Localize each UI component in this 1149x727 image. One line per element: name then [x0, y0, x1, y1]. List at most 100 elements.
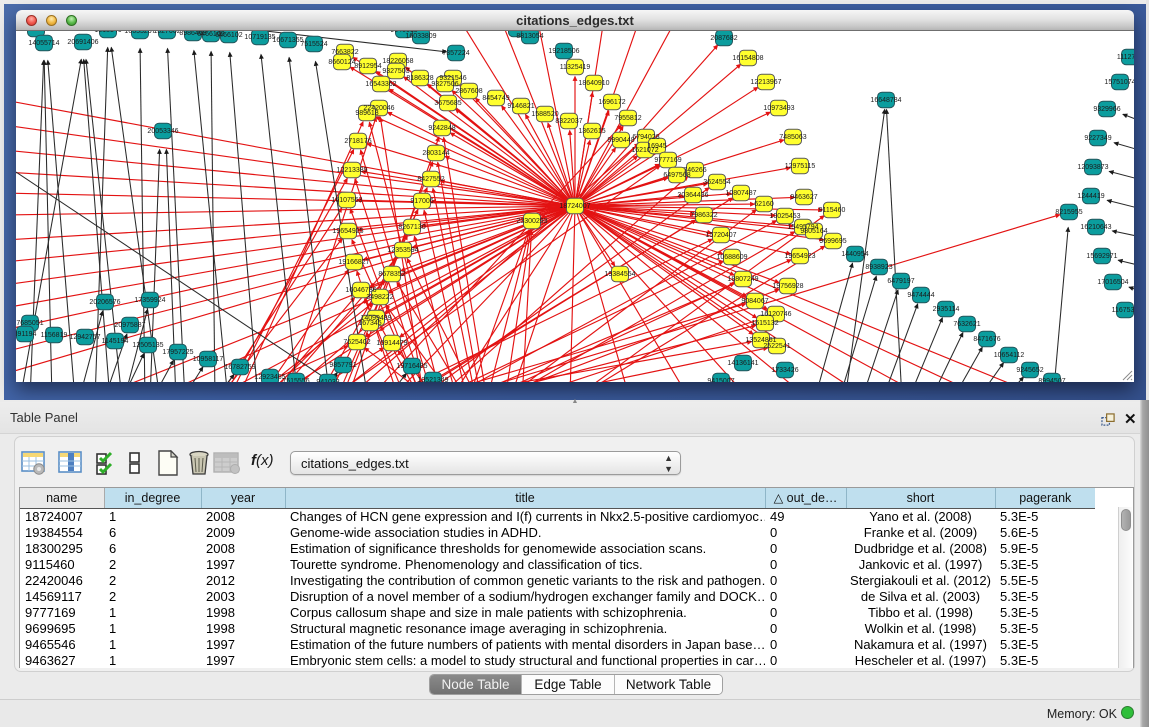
svg-text:16210643: 16210643: [1080, 224, 1111, 231]
svg-text:167345: 167345: [358, 320, 381, 327]
svg-text:19384554: 19384554: [604, 271, 635, 278]
svg-text:10807487: 10807487: [725, 190, 756, 197]
svg-text:19218506: 19218506: [548, 48, 579, 55]
svg-text:18807249: 18807249: [727, 276, 758, 283]
svg-text:8427552: 8427552: [417, 176, 444, 183]
svg-text:7485063: 7485063: [779, 134, 806, 141]
svg-text:8454749: 8454749: [482, 95, 509, 102]
svg-text:16782759: 16782759: [224, 364, 255, 371]
svg-text:9227349: 9227349: [1084, 135, 1111, 142]
svg-text:1588520: 1588520: [531, 111, 558, 118]
svg-text:19654925: 19654925: [332, 228, 363, 235]
svg-text:1156819: 1156819: [41, 332, 68, 339]
svg-text:917006: 917006: [410, 198, 433, 205]
svg-text:3498222: 3498222: [366, 294, 393, 301]
svg-text:20053346: 20053346: [147, 128, 178, 135]
svg-text:9115460: 9115460: [819, 207, 846, 214]
svg-text:1145194: 1145194: [102, 338, 129, 345]
svg-text:9245652: 9245652: [1016, 367, 1043, 374]
svg-text:20364436: 20364436: [677, 192, 708, 199]
svg-text:9699695: 9699695: [819, 238, 846, 245]
svg-text:7515556: 7515556: [282, 378, 309, 382]
svg-text:9327503: 9327503: [382, 68, 409, 75]
svg-text:20206576: 20206576: [89, 299, 120, 306]
svg-text:12353594: 12353594: [387, 247, 418, 254]
svg-text:1112727: 1112727: [1117, 54, 1134, 61]
svg-text:16046786: 16046786: [345, 287, 376, 294]
svg-text:12093873: 12093873: [1077, 164, 1108, 171]
svg-text:10025453: 10025453: [769, 213, 800, 220]
svg-text:12213967: 12213967: [750, 79, 781, 86]
svg-text:8660124: 8660124: [328, 59, 355, 66]
svg-text:14055714: 14055714: [28, 40, 59, 47]
svg-text:10653267: 10653267: [124, 31, 155, 35]
svg-text:6466102: 6466102: [215, 32, 242, 39]
svg-text:2803144: 2803144: [422, 150, 449, 157]
svg-text:7625402: 7625402: [343, 339, 370, 346]
svg-text:9857791: 9857791: [329, 362, 356, 369]
svg-text:16945: 16945: [647, 143, 667, 150]
svg-text:9329966: 9329966: [1093, 106, 1120, 113]
svg-text:23300293: 23300293: [516, 218, 547, 225]
svg-text:7986322: 7986322: [690, 212, 717, 219]
svg-text:17359924: 17359924: [134, 297, 165, 304]
svg-text:8994507: 8994507: [1038, 378, 1065, 382]
svg-text:12213389: 12213389: [336, 167, 367, 174]
svg-text:6794028: 6794028: [632, 134, 659, 141]
svg-text:391194: 391194: [16, 331, 37, 338]
svg-text:20975887: 20975887: [114, 322, 145, 329]
svg-text:15720407: 15720407: [705, 232, 736, 239]
svg-text:3675685: 3675685: [434, 100, 461, 107]
svg-text:11325419: 11325419: [560, 64, 591, 71]
svg-text:12942757: 12942757: [69, 334, 100, 341]
svg-text:2718176: 2718176: [344, 138, 371, 145]
svg-text:8215955: 8215955: [1055, 209, 1082, 216]
svg-text:10521349: 10521349: [417, 377, 448, 382]
svg-text:20691406: 20691406: [67, 39, 98, 46]
svg-text:2867608: 2867608: [455, 88, 482, 95]
svg-text:19166827: 19166827: [338, 259, 369, 266]
svg-text:8938923: 8938923: [865, 264, 892, 271]
svg-text:9242848: 9242848: [428, 125, 455, 132]
svg-text:7357224: 7357224: [442, 50, 469, 57]
svg-text:19756928: 19756928: [772, 283, 803, 290]
svg-text:8990448: 8990448: [607, 137, 634, 144]
svg-text:18724007: 18724007: [559, 203, 590, 210]
svg-text:1733426: 1733426: [771, 367, 798, 374]
svg-text:3624554: 3624554: [703, 179, 730, 186]
svg-text:7663822: 7663822: [331, 49, 358, 56]
svg-text:17957225: 17957225: [162, 349, 193, 356]
svg-text:10719135: 10719135: [244, 34, 275, 41]
svg-text:941033: 941033: [316, 379, 339, 382]
svg-text:10654112: 10654112: [994, 352, 1025, 359]
svg-text:10973493: 10973493: [763, 105, 794, 112]
svg-text:10958117: 10958117: [193, 356, 224, 363]
svg-text:989618: 989618: [355, 110, 378, 117]
svg-text:8912954: 8912954: [354, 63, 381, 70]
svg-text:19654923: 19654923: [784, 253, 815, 260]
svg-text:1696172: 1696172: [598, 99, 625, 106]
svg-text:1313146: 1313146: [94, 31, 121, 34]
svg-text:7632621: 7632621: [953, 321, 980, 328]
svg-text:9146821: 9146821: [507, 103, 534, 110]
svg-text:9084067: 9084067: [741, 298, 768, 305]
svg-text:10688609: 10688609: [716, 254, 747, 261]
svg-text:62160: 62160: [754, 201, 774, 208]
svg-text:2011373: 2011373: [23, 31, 50, 33]
svg-text:9805164: 9805164: [800, 228, 827, 235]
svg-text:8471676: 8471676: [973, 336, 1000, 343]
svg-text:7955812: 7955812: [614, 115, 641, 122]
svg-text:14136141: 14136141: [727, 360, 758, 367]
svg-text:8322037: 8322037: [555, 118, 582, 125]
svg-text:1362615: 1362615: [578, 128, 605, 135]
svg-text:19716485: 19716485: [396, 363, 427, 370]
svg-text:18640910: 18640910: [578, 80, 609, 87]
svg-text:16671355: 16671355: [272, 37, 303, 44]
svg-text:8186328: 8186328: [406, 75, 433, 82]
svg-text:8267130: 8267130: [398, 224, 425, 231]
svg-text:15751074: 15751074: [1104, 79, 1134, 86]
svg-text:1167533: 1167533: [1112, 307, 1134, 314]
svg-text:2522541: 2522541: [763, 343, 790, 350]
svg-text:6497568: 6497568: [663, 172, 690, 179]
svg-text:16648784: 16648784: [870, 97, 901, 104]
